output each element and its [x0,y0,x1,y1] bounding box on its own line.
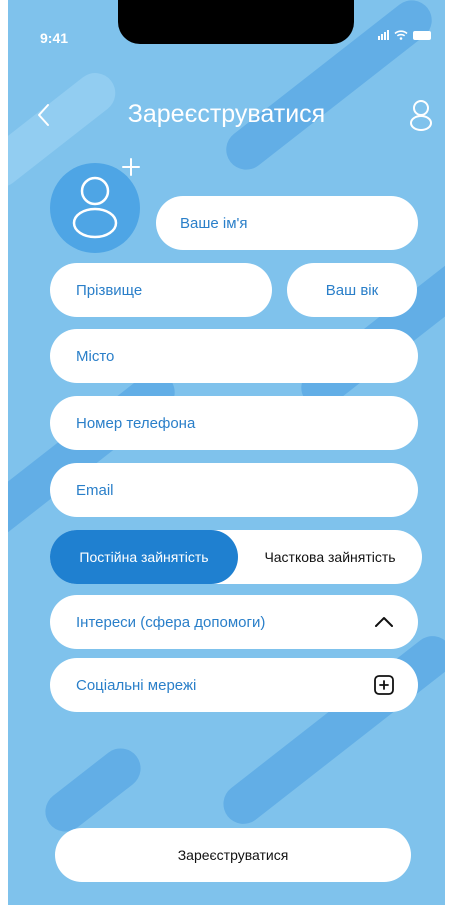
city-field[interactable]: Місто [50,329,418,383]
interests-label: Інтереси (сфера допомоги) [76,613,266,631]
page-title: Зареєструватися [127,100,326,128]
employment-toggle: Постійна зайнятість Часткова зайнятість [50,530,422,584]
last-name-field[interactable]: Прізвище [50,263,272,317]
decor-stripe [293,224,445,416]
status-time: 9:41 [40,30,69,46]
signal-icon [378,30,389,40]
add-photo-icon[interactable] [119,155,143,179]
age-field[interactable]: Ваш вік [287,263,417,317]
full-time-option[interactable]: Постійна зайнятість [50,530,238,584]
interests-dropdown[interactable]: Інтереси (сфера допомоги) [50,595,418,649]
chevron-up-icon[interactable] [372,610,396,634]
email-field[interactable]: Email [50,463,418,517]
device-notch [118,0,354,44]
first-name-field[interactable]: Ваше ім'я [156,196,418,250]
part-time-option[interactable]: Часткова зайнятість [238,530,422,584]
decor-stripe [37,740,149,840]
register-button[interactable]: Зареєструватися [55,828,411,882]
social-label: Соціальні мережі [76,676,197,694]
social-networks-field[interactable]: Соціальні мережі [50,658,418,712]
registration-screen: 9:41 Зареєструватися Ваше ім'я Прізвище … [8,0,445,905]
phone-field[interactable]: Номер телефона [50,396,418,450]
battery-icon [413,30,431,40]
status-icons [378,30,431,40]
wifi-icon [394,30,408,40]
add-box-icon[interactable] [372,673,396,697]
decor-stripe [8,364,183,556]
profile-icon[interactable] [407,98,435,132]
